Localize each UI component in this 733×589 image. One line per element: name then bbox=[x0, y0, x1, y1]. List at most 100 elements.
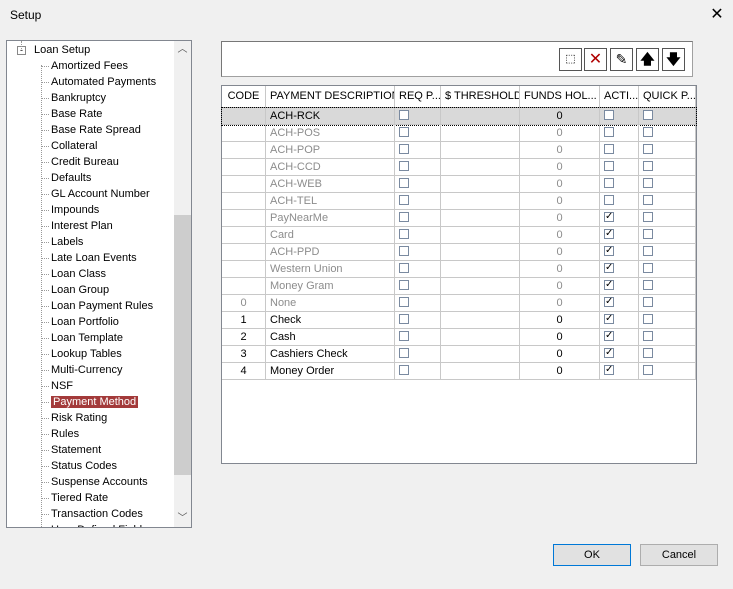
tree-item[interactable]: Multi-Currency bbox=[41, 362, 123, 378]
active-checkbox[interactable]: ✓ bbox=[604, 263, 614, 274]
tree-item[interactable]: Statement bbox=[41, 442, 101, 458]
table-row[interactable]: ACH-POS 0 bbox=[222, 125, 696, 142]
table-row[interactable]: ACH-CCD 0 bbox=[222, 159, 696, 176]
active-checkbox[interactable]: ✓ bbox=[604, 297, 614, 308]
req-checkbox[interactable] bbox=[399, 229, 409, 240]
edit-icon[interactable]: ✎ bbox=[610, 48, 633, 71]
active-checkbox[interactable]: ✓ bbox=[604, 365, 614, 376]
tree-item[interactable]: Loan Payment Rules bbox=[41, 298, 153, 314]
table-row[interactable]: ACH-RCK 0 bbox=[221, 107, 697, 126]
table-row[interactable]: ACH-TEL 0 bbox=[222, 193, 696, 210]
column-header[interactable]: $ THRESHOLD bbox=[441, 86, 520, 108]
quick-checkbox[interactable] bbox=[643, 348, 653, 359]
tree-item[interactable]: Automated Payments bbox=[41, 74, 156, 90]
column-header[interactable]: REQ P... bbox=[395, 86, 441, 108]
active-checkbox[interactable]: ✓ bbox=[604, 314, 614, 325]
tree-item[interactable]: GL Account Number bbox=[41, 186, 150, 202]
scroll-thumb[interactable] bbox=[174, 215, 191, 475]
cancel-button[interactable]: Cancel bbox=[640, 544, 718, 566]
tree-item[interactable]: Lookup Tables bbox=[41, 346, 122, 362]
close-icon[interactable]: ✕ bbox=[706, 4, 728, 26]
table-row[interactable]: 4 Money Order 0 ✓ bbox=[222, 363, 696, 380]
tree-item[interactable]: Collateral bbox=[41, 138, 97, 154]
tree-item[interactable]: Payment Method bbox=[41, 394, 139, 410]
table-row[interactable]: Card 0 ✓ bbox=[222, 227, 696, 244]
quick-checkbox[interactable] bbox=[643, 246, 653, 257]
column-header[interactable]: CODE bbox=[222, 86, 266, 108]
table-row[interactable]: 2 Cash 0 ✓ bbox=[222, 329, 696, 346]
active-checkbox[interactable]: ✓ bbox=[604, 246, 614, 257]
delete-icon[interactable]: ✕ bbox=[584, 48, 607, 71]
table-row[interactable]: PayNearMe 0 ✓ bbox=[222, 210, 696, 227]
table-row[interactable]: ACH-PPD 0 ✓ bbox=[222, 244, 696, 261]
req-checkbox[interactable] bbox=[399, 195, 409, 206]
table-row[interactable]: Money Gram 0 ✓ bbox=[222, 278, 696, 295]
req-checkbox[interactable] bbox=[399, 314, 409, 325]
tree-item[interactable]: Loan Template bbox=[41, 330, 123, 346]
tree-item[interactable]: Bankruptcy bbox=[41, 90, 106, 106]
tree-item[interactable]: User Defined Fields bbox=[41, 522, 148, 527]
req-checkbox[interactable] bbox=[399, 161, 409, 172]
table-row[interactable]: 0 None 0 ✓ bbox=[222, 295, 696, 312]
active-checkbox[interactable] bbox=[604, 144, 614, 155]
req-checkbox[interactable] bbox=[399, 280, 409, 291]
table-row[interactable]: 3 Cashiers Check 0 ✓ bbox=[222, 346, 696, 363]
column-header[interactable]: FUNDS HOL... bbox=[520, 86, 600, 108]
tree-item[interactable]: Labels bbox=[41, 234, 83, 250]
table-row[interactable]: Western Union 0 ✓ bbox=[222, 261, 696, 278]
table-row[interactable]: 1 Check 0 ✓ bbox=[222, 312, 696, 329]
tree-item[interactable]: NSF bbox=[41, 378, 73, 394]
tree-item[interactable]: Suspense Accounts bbox=[41, 474, 148, 490]
column-header[interactable]: PAYMENT DESCRIPTION bbox=[266, 86, 395, 108]
req-checkbox[interactable] bbox=[399, 246, 409, 257]
tree-item[interactable]: Interest Plan bbox=[41, 218, 113, 234]
active-checkbox[interactable] bbox=[604, 178, 614, 189]
table-row[interactable]: ACH-WEB 0 bbox=[222, 176, 696, 193]
active-checkbox[interactable]: ✓ bbox=[604, 348, 614, 359]
quick-checkbox[interactable] bbox=[643, 110, 653, 121]
ok-button[interactable]: OK bbox=[553, 544, 631, 566]
quick-checkbox[interactable] bbox=[643, 263, 653, 274]
scroll-down-icon[interactable]: ﹀ bbox=[174, 510, 191, 527]
quick-checkbox[interactable] bbox=[643, 314, 653, 325]
active-checkbox[interactable] bbox=[604, 110, 614, 121]
req-checkbox[interactable] bbox=[399, 348, 409, 359]
tree-item[interactable]: Base Rate Spread bbox=[41, 122, 141, 138]
quick-checkbox[interactable] bbox=[643, 297, 653, 308]
column-header[interactable]: QUICK P... bbox=[639, 86, 696, 108]
active-checkbox[interactable]: ✓ bbox=[604, 331, 614, 342]
tree-item[interactable]: Transaction Codes bbox=[41, 506, 143, 522]
active-checkbox[interactable]: ✓ bbox=[604, 280, 614, 291]
req-checkbox[interactable] bbox=[399, 144, 409, 155]
tree-item[interactable]: Risk Rating bbox=[41, 410, 107, 426]
tree-item[interactable]: Impounds bbox=[41, 202, 99, 218]
tree-item[interactable]: Loan Class bbox=[41, 266, 106, 282]
req-checkbox[interactable] bbox=[399, 365, 409, 376]
new-icon[interactable]: ⬚ bbox=[559, 48, 582, 71]
move-down-icon[interactable]: 🡇 bbox=[662, 48, 685, 71]
req-checkbox[interactable] bbox=[399, 212, 409, 223]
tree-scrollbar[interactable]: ︿ ﹀ bbox=[174, 41, 191, 527]
active-checkbox[interactable] bbox=[604, 161, 614, 172]
table-row[interactable]: ACH-POP 0 bbox=[222, 142, 696, 159]
quick-checkbox[interactable] bbox=[643, 365, 653, 376]
quick-checkbox[interactable] bbox=[643, 212, 653, 223]
quick-checkbox[interactable] bbox=[643, 280, 653, 291]
tree-item[interactable]: Amortized Fees bbox=[41, 58, 128, 74]
active-checkbox[interactable] bbox=[604, 127, 614, 138]
active-checkbox[interactable] bbox=[604, 195, 614, 206]
quick-checkbox[interactable] bbox=[643, 161, 653, 172]
tree-item-loan-setup[interactable]: - Loan Setup bbox=[17, 42, 90, 58]
quick-checkbox[interactable] bbox=[643, 144, 653, 155]
move-up-icon[interactable]: 🡅 bbox=[636, 48, 659, 71]
quick-checkbox[interactable] bbox=[643, 331, 653, 342]
scroll-up-icon[interactable]: ︿ bbox=[174, 41, 191, 58]
tree-item[interactable]: Rules bbox=[41, 426, 79, 442]
tree-item[interactable]: Status Codes bbox=[41, 458, 117, 474]
tree-item[interactable]: Late Loan Events bbox=[41, 250, 137, 266]
req-checkbox[interactable] bbox=[399, 263, 409, 274]
quick-checkbox[interactable] bbox=[643, 127, 653, 138]
quick-checkbox[interactable] bbox=[643, 229, 653, 240]
req-checkbox[interactable] bbox=[399, 127, 409, 138]
tree-item[interactable]: Defaults bbox=[41, 170, 91, 186]
